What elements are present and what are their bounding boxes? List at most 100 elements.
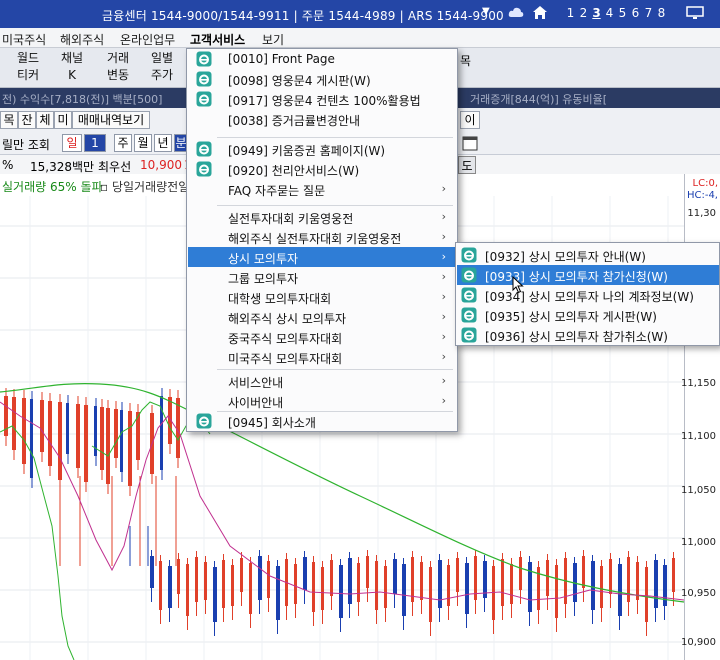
submenu-item-label: [0932] 상시 모의투자 안내(W)	[485, 250, 646, 264]
menu-item[interactable]: 대학생 모의투자대회 ›	[188, 287, 456, 307]
submenu-arrow-icon: ›	[441, 290, 446, 303]
period-year-button[interactable]: 년	[154, 134, 172, 152]
submenu-arrow-icon: ›	[441, 250, 446, 263]
volume-compare: ▫ 당일거래량전일	[100, 180, 190, 194]
menu-item-label: 중국주식 모의투자대회	[228, 332, 343, 346]
customer-service-menu: [0010] Front Page [0098] 영웅문4 게시판(W) [0917…	[186, 48, 458, 432]
dropdown-caret-icon[interactable]: ▼	[482, 6, 490, 17]
menu-item[interactable]: [0917] 영웅문4 컨텐츠 100%활용법	[188, 89, 456, 109]
best-price: 10,900	[140, 158, 182, 172]
tab-item[interactable]: 체	[36, 111, 54, 129]
menu-item[interactable]: [0945] 회사소개	[188, 411, 456, 431]
lc-label: LC:0,	[692, 178, 718, 189]
menu-separator	[217, 205, 453, 206]
period-month-button[interactable]: 월	[134, 134, 152, 152]
axis-tick: 11,30	[687, 208, 716, 219]
menu-item[interactable]: [0010] Front Page	[188, 49, 456, 69]
toolbar-button-line1: 거래	[106, 51, 130, 65]
ie-icon	[196, 91, 212, 107]
submenu-item[interactable]: [0934] 상시 모의투자 나의 계좌정보(W)	[457, 285, 719, 305]
menu-view[interactable]: 보기	[262, 31, 284, 48]
submenu-item[interactable]: [0932] 상시 모의투자 안내(W)	[457, 245, 719, 265]
menu-item-label: 대학생 모의투자대회	[228, 292, 332, 306]
menu-customer-service[interactable]: 고객서비스	[190, 31, 245, 48]
submenu-arrow-icon: ›	[441, 350, 446, 363]
menu-item-label: 해외주식 상시 모의투자	[228, 312, 347, 326]
submenu-arrow-icon: ›	[441, 182, 446, 195]
info-row-left: 전) 수익수[7,818(전)] 백분[500]	[2, 93, 163, 106]
ie-icon	[461, 327, 477, 343]
tab-item[interactable]: 미	[54, 111, 72, 129]
tab-item[interactable]: 목	[0, 111, 18, 129]
screen-tab-8[interactable]: 8	[655, 6, 668, 20]
axis-tick: 10,950	[681, 588, 716, 599]
toolbar-button-trade-change[interactable]: 거래 변동	[98, 50, 138, 86]
submenu-item[interactable]: [0935] 상시 모의투자 게시판(W)	[457, 305, 719, 325]
right-action-button[interactable]: 이	[460, 111, 480, 129]
price-row-symbol: %	[2, 158, 14, 172]
screen-tab-6[interactable]: 6	[629, 6, 642, 20]
submenu-item[interactable]: [0933] 상시 모의투자 참가신청(W)	[457, 265, 719, 285]
menu-item[interactable]: 그룹 모의투자 ›	[188, 267, 456, 287]
menu-item-label: 상시 모의투자	[228, 252, 299, 266]
submenu-item[interactable]: [0936] 상시 모의투자 참가취소(W)	[457, 325, 719, 345]
menu-item[interactable]: 해외주식 실전투자대회 키움영웅전 ›	[188, 227, 456, 247]
title-bar: 금융센터 1544-9000/1544-9911 | 주문 1544-4989 …	[0, 0, 720, 28]
menu-item-label: [0010] Front Page	[228, 52, 335, 66]
toolbar-button-line2: K	[68, 68, 76, 82]
screen-tab-4[interactable]: 4	[603, 6, 616, 20]
screen-tab-1[interactable]: 1	[564, 6, 577, 20]
menu-item[interactable]: 해외주식 상시 모의투자 ›	[188, 307, 456, 327]
period-count-select[interactable]: 1	[84, 134, 106, 152]
menu-item-label: [0098] 영웅문4 게시판(W)	[228, 74, 371, 88]
ie-icon	[196, 141, 212, 157]
period-week-button[interactable]: 주	[114, 134, 132, 152]
toolbar-button-world-ticker[interactable]: 월드 티커	[8, 50, 48, 86]
period-unit-select[interactable]: 일	[62, 134, 82, 152]
menu-item[interactable]: [0949] 키움증권 홈페이지(W)	[188, 139, 456, 159]
query-label: 릴만 조회	[2, 138, 50, 152]
calendar-icon[interactable]	[462, 135, 478, 151]
submenu-arrow-icon: ›	[441, 270, 446, 283]
menu-item[interactable]: 중국주식 모의투자대회 ›	[188, 327, 456, 347]
cloud-icon[interactable]	[508, 6, 524, 20]
submenu-item-label: [0936] 상시 모의투자 참가취소(W)	[485, 330, 668, 344]
menu-item-label: 해외주식 실전투자대회 키움영웅전	[228, 232, 402, 246]
menu-us-stocks[interactable]: 미국주식	[2, 31, 46, 48]
phone-numbers: 금융센터 1544-9000/1544-9911 | 주문 1544-4989 …	[102, 9, 504, 23]
menu-item[interactable]: 미국주식 모의투자대회 ›	[188, 347, 456, 367]
menu-online-work[interactable]: 온라인업무	[120, 31, 175, 48]
tab-item[interactable]: 잔	[18, 111, 36, 129]
menu-item[interactable]: [0098] 영웅문4 게시판(W)	[188, 69, 456, 89]
draw-button[interactable]: 도	[458, 156, 476, 174]
toolbar-button-line2: 주가	[150, 68, 174, 82]
monitor-icon[interactable]	[686, 6, 704, 20]
menu-item[interactable]: 서비스안내 ›	[188, 371, 456, 391]
screen-tab-3[interactable]: 3	[590, 6, 603, 20]
toolbar-button-line2: 티커	[16, 68, 40, 82]
toolbar-button-channel-k[interactable]: 채널 K	[52, 50, 92, 86]
toolbar-button-daily-price[interactable]: 일별 주가	[142, 50, 182, 86]
menu-item[interactable]: [0038] 증거금률변경안내	[188, 109, 456, 129]
menu-item[interactable]: 상시 모의투자 ›	[188, 247, 456, 267]
menu-item[interactable]: 실전투자대회 키움영웅전 ›	[188, 207, 456, 227]
menu-item[interactable]: [0920] 천리안서비스(W)	[188, 159, 456, 179]
trade-history-button[interactable]: 매매내역보기	[72, 111, 150, 129]
mock-investment-submenu: [0932] 상시 모의투자 안내(W) [0933] 상시 모의투자 참가신청(…	[455, 242, 720, 346]
menu-item-label: [0920] 천리안서비스(W)	[228, 164, 360, 178]
axis-tick: 10,900	[681, 637, 716, 648]
menu-overseas-stocks[interactable]: 해외주식	[60, 31, 104, 48]
menu-item[interactable]: FAQ 자주묻는 질문 ›	[188, 179, 456, 199]
submenu-arrow-icon: ›	[441, 230, 446, 243]
menu-item-label: 미국주식 모의투자대회	[228, 352, 343, 366]
toolbar-button-line1: 채널	[60, 51, 84, 65]
home-icon[interactable]	[532, 5, 548, 20]
screen-tab-2[interactable]: 2	[577, 6, 590, 20]
menu-item[interactable]: 사이버안내 ›	[188, 391, 456, 411]
screen-tab-7[interactable]: 7	[642, 6, 655, 20]
ie-icon	[461, 247, 477, 263]
info-row-right: 거래증개[844(억)] 유동비율[	[470, 93, 608, 106]
submenu-arrow-icon: ›	[441, 310, 446, 323]
screen-tab-5[interactable]: 5	[616, 6, 629, 20]
menu-item-label: 그룹 모의투자	[228, 272, 299, 286]
